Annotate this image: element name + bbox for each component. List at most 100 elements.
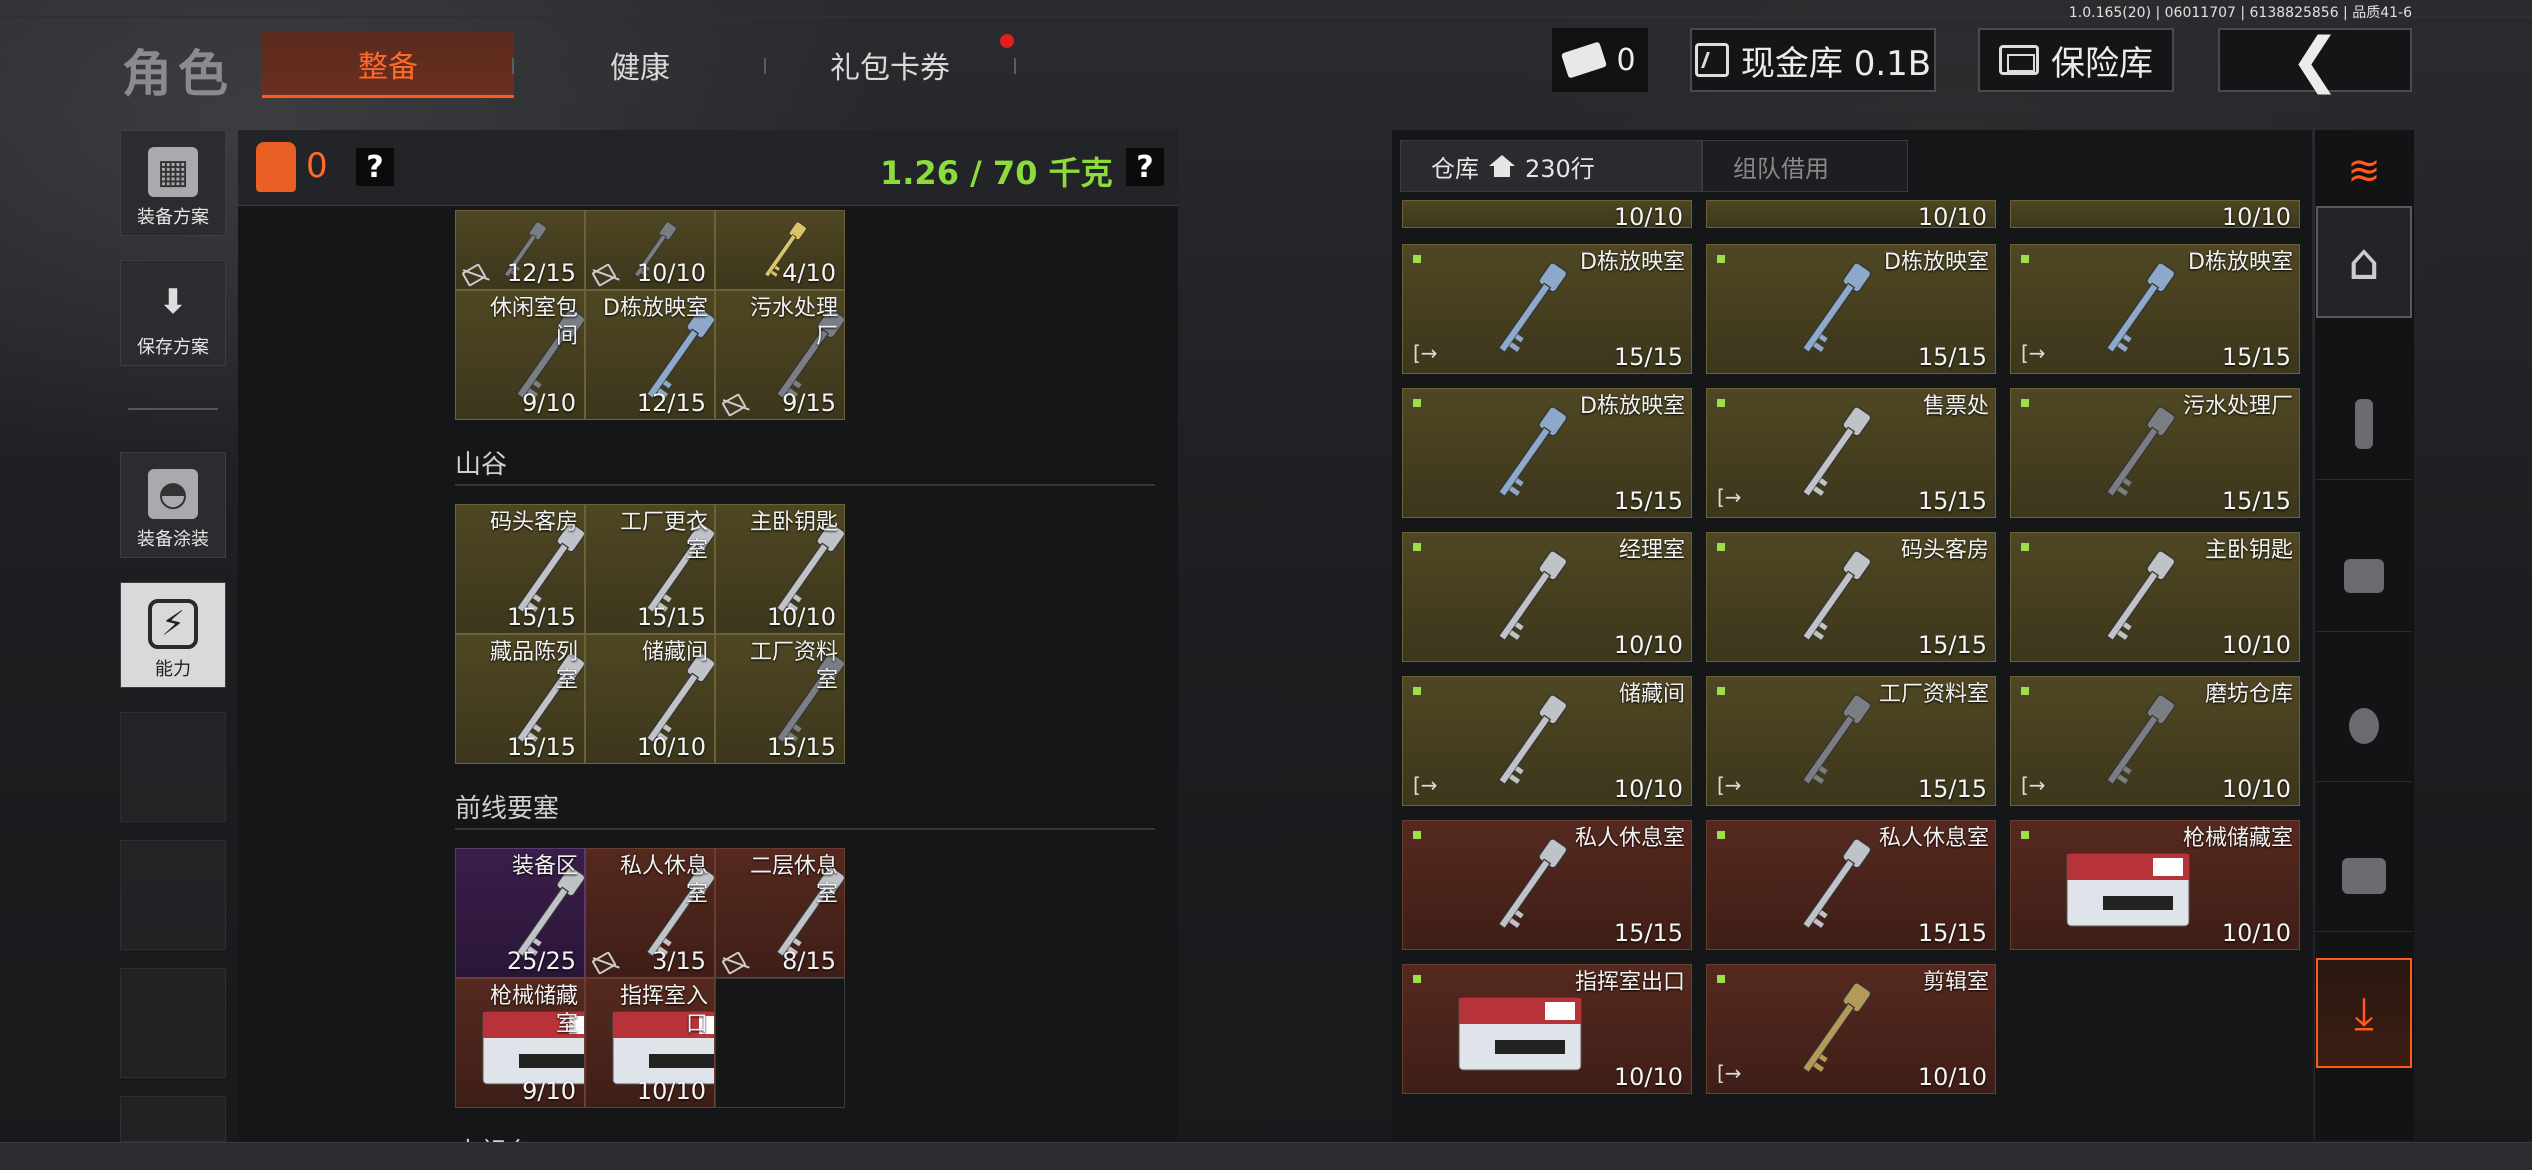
key-name: D栋放映室 xyxy=(603,296,708,321)
key-item-card[interactable]: 指挥室出口 10/10 xyxy=(1402,964,1692,1094)
key-item-card[interactable]: 枪械储藏 室 9/10 xyxy=(455,978,585,1108)
weight-readout: 1.26 / 70 千克 xyxy=(880,154,1113,192)
key-item-card[interactable]: D栋放映室 15/15 [→ xyxy=(1402,244,1692,374)
category-ammo[interactable] xyxy=(2316,368,2412,480)
weight-help-button[interactable]: ? xyxy=(1126,148,1164,186)
key-item-card[interactable]: 污水处理 厂 9/15 xyxy=(715,290,845,420)
key-item-card[interactable]: 磨坊仓库 10/10 [→ xyxy=(2010,676,2300,806)
key-uses: 15/15 xyxy=(1613,343,1683,371)
section-divider xyxy=(455,484,1155,486)
exit-icon: [→ xyxy=(1717,1061,1742,1085)
version-text: 1.0.165(20) | 06011707 | 6138825856 | 品质… xyxy=(2068,5,2412,21)
key-item-card[interactable]: D栋放映室 12/15 xyxy=(585,290,715,420)
ticket-counter[interactable]: 0 xyxy=(1552,28,1648,92)
broken-key-icon xyxy=(721,951,747,975)
empty-key-slot[interactable] xyxy=(715,978,845,1108)
tab-health[interactable]: 健康 xyxy=(520,32,760,98)
key-uses: 15/15 xyxy=(1917,919,1987,947)
key-item-card[interactable]: 码头客房 15/15 xyxy=(1706,532,1996,662)
key-item-card[interactable]: 工厂更衣 室 15/15 xyxy=(585,504,715,634)
new-indicator xyxy=(1717,399,1725,407)
tab-gift-coupons[interactable]: 礼包卡券 xyxy=(770,32,1010,98)
insurance-button[interactable]: 保险库 xyxy=(1978,28,2174,92)
key-item-card[interactable]: 装备区 25/25 xyxy=(455,848,585,978)
key-icon xyxy=(1771,826,1895,949)
key-uses: 4/10 xyxy=(782,259,836,287)
key-item-card[interactable]: 工厂资料 室 15/15 xyxy=(715,634,845,764)
key-name: D栋放映室 xyxy=(2188,250,2293,275)
chevron-left-icon: ❮ xyxy=(2289,25,2341,95)
vault-label: 现金库 0.1B xyxy=(1740,43,1932,84)
key-item-card[interactable]: D栋放映室 15/15 xyxy=(1706,244,1996,374)
key-icon xyxy=(1771,394,1895,517)
broken-key-icon xyxy=(591,951,617,975)
sidebar-divider xyxy=(128,408,218,410)
key-name: 磨坊仓库 xyxy=(2204,682,2293,707)
key-item-card[interactable]: 主卧钥匙 10/10 xyxy=(2010,532,2300,662)
category-weapons[interactable] xyxy=(2316,520,2412,632)
key-item-card[interactable]: 码头客房 15/15 xyxy=(455,504,585,634)
key-item-card[interactable]: 污水处理厂 15/15 xyxy=(2010,388,2300,518)
key-item-card[interactable]: 工厂资料室 15/15 [→ xyxy=(1706,676,1996,806)
key-item-card[interactable]: 私人休息室 15/15 xyxy=(1706,820,1996,950)
key-item-card[interactable]: 剪辑室 10/10 [→ xyxy=(1706,964,1996,1094)
key-uses: 10/10 xyxy=(1917,203,1987,228)
key-uses: 10/10 xyxy=(636,733,706,761)
key-item-card[interactable]: 经理室 10/10 xyxy=(1402,532,1692,662)
key-item-card[interactable]: 私人休息 室 3/15 xyxy=(585,848,715,978)
key-item-card[interactable]: 私人休息室 15/15 xyxy=(1402,820,1692,950)
key-item-card[interactable]: 储藏间 10/10 xyxy=(585,634,715,764)
tab-separator xyxy=(512,58,514,74)
key-item-card[interactable]: 10/10 xyxy=(1402,200,1692,228)
new-indicator xyxy=(1717,255,1725,263)
key-item-card[interactable]: 4/10 xyxy=(715,210,845,290)
category-keys[interactable]: ⤓ xyxy=(2316,958,2412,1068)
help-button[interactable]: ? xyxy=(356,148,394,186)
sidebar-paint[interactable]: ◓ 装备涂装 xyxy=(120,452,226,558)
key-item-card[interactable]: 10/10 xyxy=(1706,200,1996,228)
key-item-card[interactable]: 休闲室包 间 9/10 xyxy=(455,290,585,420)
sidebar-ability[interactable]: ⚡ 能力 xyxy=(120,582,226,688)
exit-icon: [→ xyxy=(1717,773,1742,797)
key-uses: 10/10 xyxy=(1613,1063,1683,1091)
key-item-card[interactable]: 主卧钥匙 10/10 xyxy=(715,504,845,634)
key-item-card[interactable]: D栋放映室 15/15 [→ xyxy=(2010,244,2300,374)
key-item-card[interactable]: 10/10 xyxy=(2010,200,2300,228)
key-name: 工厂资料室 xyxy=(1878,682,1989,707)
grenade-icon xyxy=(2349,707,2379,744)
new-indicator xyxy=(2021,687,2029,695)
key-item-card[interactable]: 储藏间 10/10 [→ xyxy=(1402,676,1692,806)
key-uses: 10/10 xyxy=(766,603,836,631)
key-name: 经理室 xyxy=(1618,538,1685,563)
key-name: 污水处理厂 xyxy=(2182,394,2293,419)
key-name: 售票处 xyxy=(1922,394,1989,419)
key-item-card[interactable]: 指挥室入 口 10/10 xyxy=(585,978,715,1108)
key-item-card[interactable]: 10/10 xyxy=(585,210,715,290)
key-uses: 15/15 xyxy=(1917,631,1987,659)
new-indicator xyxy=(2021,543,2029,551)
tab-loadout[interactable]: 整备 xyxy=(262,32,514,98)
key-item-card[interactable]: 藏品陈列 室 15/15 xyxy=(455,634,585,764)
key-item-card[interactable]: 二层休息 室 8/15 xyxy=(715,848,845,978)
bottom-bar xyxy=(0,1142,2532,1170)
category-all[interactable]: ⌂ xyxy=(2316,206,2412,318)
vault-button[interactable]: 现金库 0.1B xyxy=(1690,28,1936,92)
key-item-card[interactable]: 12/15 xyxy=(455,210,585,290)
tab-team-borrow[interactable]: 组队借用 xyxy=(1702,140,1908,192)
key-icon xyxy=(1771,682,1895,805)
sidebar-save-plan[interactable]: ⬇ 保存方案 xyxy=(120,260,226,366)
ticket-count: 0 xyxy=(1616,42,1636,78)
sidebar-loadout-plan[interactable]: ▦ 装备方案 xyxy=(120,130,226,236)
key-item-card[interactable]: 枪械储藏室 10/10 xyxy=(2010,820,2300,950)
back-button[interactable]: ❮ xyxy=(2218,28,2412,92)
new-indicator xyxy=(1717,831,1725,839)
key-item-card[interactable]: D栋放映室 15/15 xyxy=(1402,388,1692,518)
key-name: 私人休息 室 xyxy=(619,854,708,907)
category-supplies[interactable] xyxy=(2316,820,2412,932)
sort-button[interactable]: ≋ xyxy=(2316,134,2412,208)
key-uses: 9/10 xyxy=(522,389,576,417)
tab-warehouse[interactable]: 仓库 230行 xyxy=(1400,140,1702,192)
key-item-card[interactable]: 售票处 15/15 [→ xyxy=(1706,388,1996,518)
category-grenades[interactable] xyxy=(2316,670,2412,782)
key-name: D栋放映室 xyxy=(1580,394,1685,419)
